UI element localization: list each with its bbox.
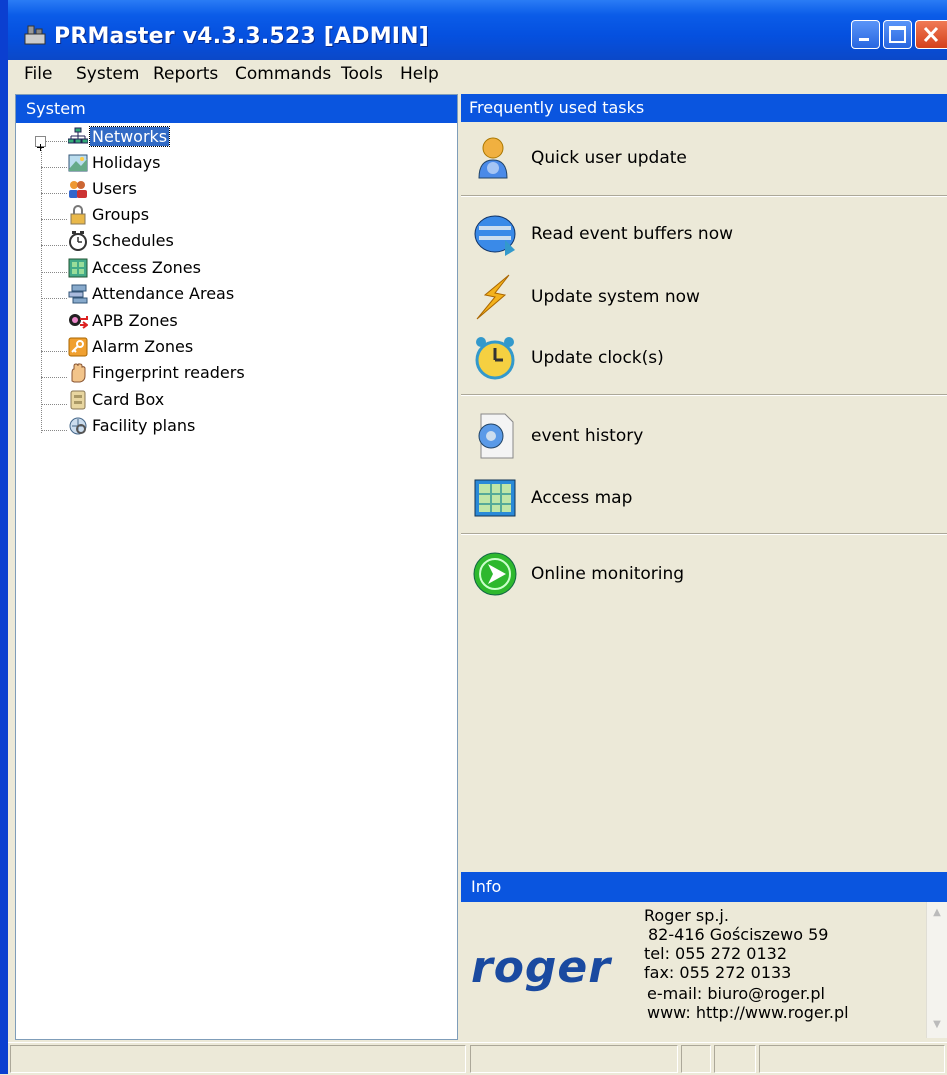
info-panel: Info roger Roger sp.j. 82-416 Gościszewo… <box>461 872 947 1038</box>
user-update-icon <box>478 137 508 179</box>
status-pane <box>470 1045 678 1073</box>
task-label: Access map <box>531 488 633 508</box>
tree-label: Card Box <box>92 390 165 409</box>
info-company: Roger sp.j. <box>644 906 729 925</box>
tree-label: Schedules <box>92 231 174 250</box>
menu-help[interactable]: Help <box>400 64 439 84</box>
tasks-panel: Frequently used tasks Quick user update … <box>461 94 947 872</box>
info-scrollbar[interactable]: ▲ ▼ <box>926 902 947 1038</box>
scroll-down-icon[interactable]: ▼ <box>928 1016 946 1034</box>
maximize-button[interactable] <box>883 20 912 49</box>
event-history-button[interactable]: event history <box>471 412 941 464</box>
info-fax: fax: 055 272 0133 <box>644 963 792 982</box>
system-panel-header: System <box>16 95 457 123</box>
schedules-icon <box>69 231 87 251</box>
users-icon <box>69 181 87 198</box>
tree-line <box>41 141 42 433</box>
tasks-panel-header: Frequently used tasks <box>461 94 947 122</box>
system-tree-panel: System Networks Holidays Users Groups Sc… <box>15 94 458 1040</box>
tree-label: APB Zones <box>92 311 178 330</box>
menu-tools[interactable]: Tools <box>341 64 383 84</box>
access-map-button[interactable]: Access map <box>471 474 941 526</box>
tree-label: Alarm Zones <box>92 337 194 356</box>
status-pane <box>10 1045 466 1073</box>
task-label: Update system now <box>531 287 700 307</box>
fingerprint-icon <box>71 363 86 383</box>
separator <box>461 394 947 396</box>
info-phone: tel: 055 272 0132 <box>644 944 788 963</box>
close-icon <box>923 26 939 43</box>
maximize-icon <box>889 26 906 43</box>
event-history-icon <box>478 413 514 459</box>
separator <box>461 533 947 535</box>
separator <box>461 195 947 197</box>
lightning-icon <box>476 274 510 320</box>
roger-logo: roger <box>471 942 611 993</box>
status-pane <box>759 1045 945 1073</box>
info-panel-header: Info <box>461 872 947 902</box>
info-body: roger Roger sp.j. 82-416 Gościszewo 59 t… <box>461 902 947 1038</box>
access-map-icon <box>474 479 516 517</box>
task-label: Online monitoring <box>531 564 685 584</box>
minimize-icon <box>859 38 869 41</box>
task-label: event history <box>531 426 644 446</box>
expand-icon[interactable] <box>35 136 46 151</box>
task-label: Quick user update <box>531 148 687 168</box>
clock-icon <box>475 337 515 380</box>
attendance-areas-icon <box>68 284 88 304</box>
scroll-up-icon[interactable]: ▲ <box>928 904 946 922</box>
menu-reports[interactable]: Reports <box>153 64 218 84</box>
holidays-icon <box>68 154 88 172</box>
status-bar <box>8 1042 947 1075</box>
tree-label: Groups <box>92 205 150 224</box>
status-pane <box>681 1045 711 1073</box>
read-event-buffers-button[interactable]: Read event buffers now <box>471 210 941 262</box>
menu-commands[interactable]: Commands <box>235 64 331 84</box>
online-monitoring-icon <box>473 552 517 596</box>
app-icon <box>24 25 46 45</box>
menu-system[interactable]: System <box>76 64 139 84</box>
tree-label: Users <box>92 179 137 198</box>
title-bar[interactable]: PRMaster v4.3.3.523 [ADMIN] <box>8 0 947 60</box>
alarm-zones-icon <box>68 337 88 357</box>
info-website: www: http://www.roger.pl <box>647 1003 849 1022</box>
window-title: PRMaster v4.3.3.523 [ADMIN] <box>54 24 430 49</box>
task-label: Update clock(s) <box>531 348 664 368</box>
card-box-icon <box>70 390 86 410</box>
status-pane <box>714 1045 756 1073</box>
apb-zones-icon <box>69 314 88 329</box>
tree-label: Access Zones <box>92 258 201 277</box>
groups-icon <box>70 205 86 225</box>
tree-label: Holidays <box>92 153 161 172</box>
menu-file[interactable]: File <box>24 64 52 84</box>
menu-bar: File System Reports Commands Tools Help <box>16 60 947 88</box>
task-label: Read event buffers now <box>531 224 734 244</box>
read-events-icon <box>474 215 516 256</box>
networks-icon <box>68 127 88 144</box>
facility-plans-icon <box>69 417 87 435</box>
update-clocks-button[interactable]: Update clock(s) <box>471 334 941 386</box>
info-address: 82-416 Gościszewo 59 <box>648 925 829 944</box>
minimize-button[interactable] <box>851 20 880 49</box>
update-system-button[interactable]: Update system now <box>471 273 941 325</box>
quick-user-update-button[interactable]: Quick user update <box>471 134 941 186</box>
info-email: e-mail: biuro@roger.pl <box>647 984 825 1003</box>
access-zones-icon <box>68 258 88 278</box>
online-monitoring-button[interactable]: Online monitoring <box>471 550 941 602</box>
close-button[interactable] <box>915 20 947 49</box>
tree-label: Attendance Areas <box>92 284 235 303</box>
tree-label: Networks <box>88 126 171 147</box>
tree-label: Fingerprint readers <box>92 363 245 382</box>
tree-label: Facility plans <box>92 416 196 435</box>
